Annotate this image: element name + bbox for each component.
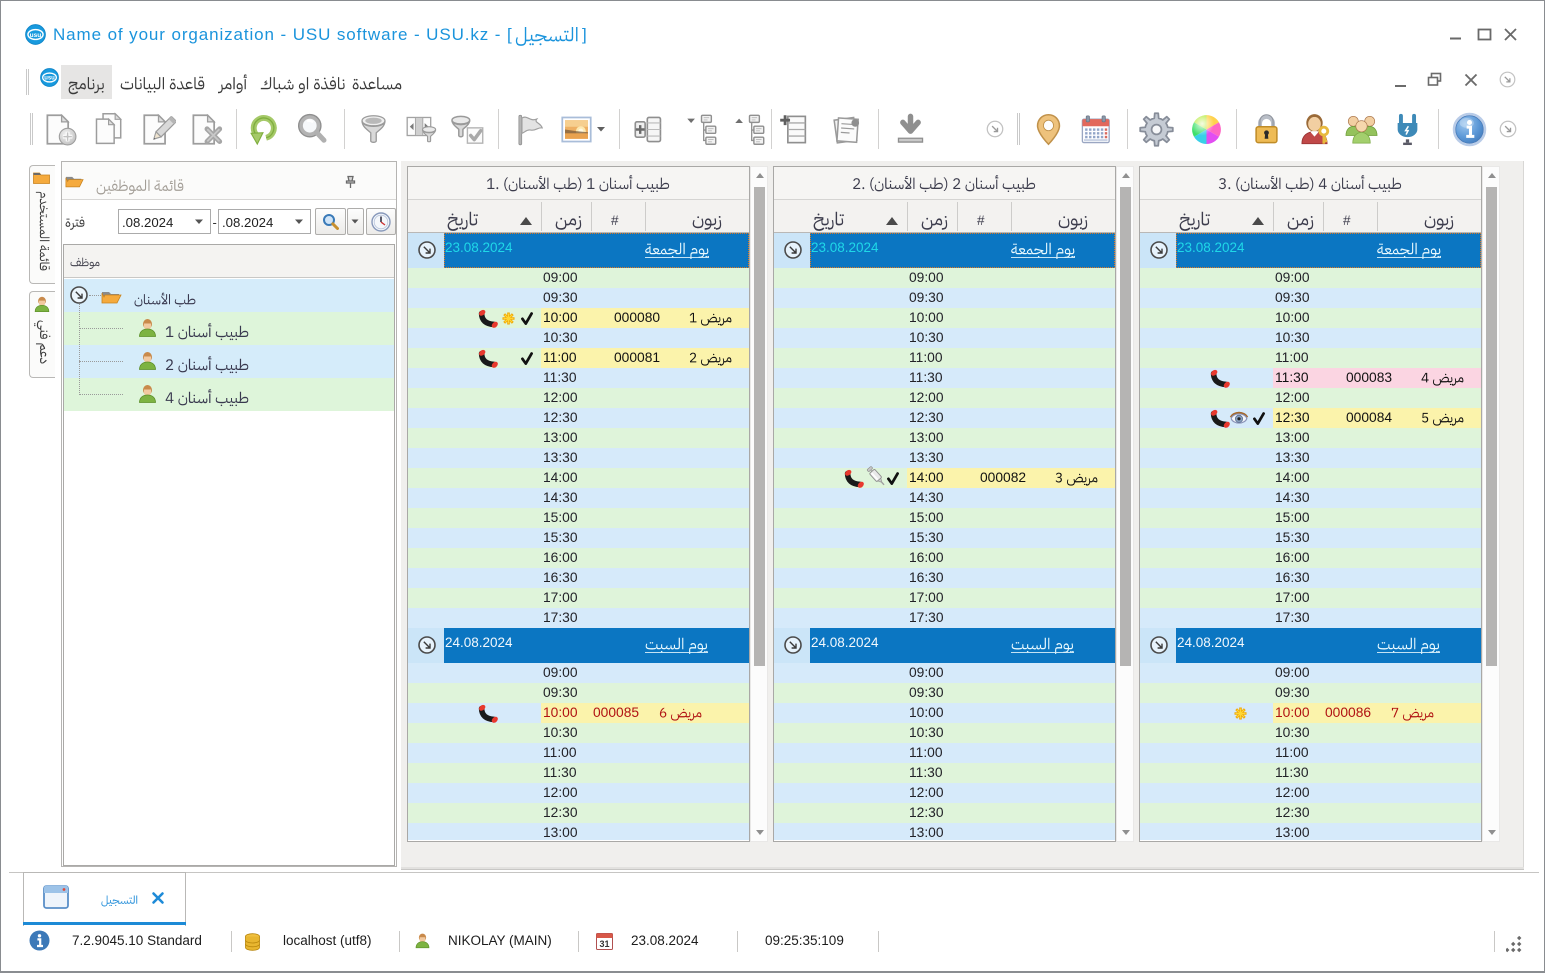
svg-text:usu: usu xyxy=(44,76,55,82)
svg-text:usu: usu xyxy=(30,32,42,39)
svg-text:31: 31 xyxy=(599,939,609,949)
